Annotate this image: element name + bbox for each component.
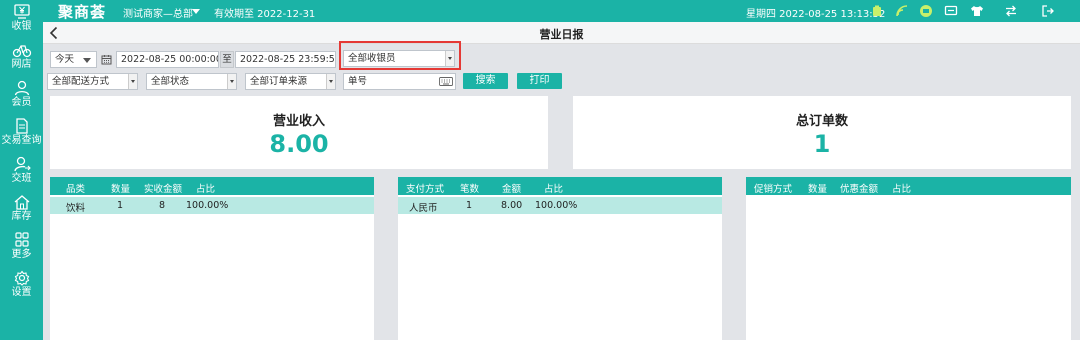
- shirt-icon[interactable]: [970, 4, 984, 18]
- sidebar-item-inventory[interactable]: 库存: [0, 194, 43, 232]
- calendar-icon[interactable]: [101, 54, 112, 65]
- table-cell: 100.00%: [186, 200, 229, 211]
- column-header: 笔数: [460, 184, 480, 195]
- table-row[interactable]: 人民币 1 8.00 100.00%: [398, 197, 722, 214]
- table-row[interactable]: 饮料 1 8 100.00%: [50, 197, 374, 214]
- sidebar-item-webshop[interactable]: 网店: [0, 42, 43, 80]
- grid-icon: [14, 232, 29, 247]
- order-source-value: 全部订单来源: [250, 76, 308, 87]
- table-header: 促销方式 数量 优惠金额 占比: [746, 177, 1071, 195]
- sidebar-item-handover[interactable]: 交班: [0, 156, 43, 194]
- status-dropdown[interactable]: 全部状态: [146, 73, 237, 90]
- table-cell: 1: [466, 200, 473, 211]
- app-logo: 聚商荟: [58, 3, 107, 21]
- order-number-placeholder: 单号: [348, 76, 368, 87]
- sidebar-item-more[interactable]: 更多: [0, 232, 43, 270]
- merchant-selector[interactable]: 测试商家—总部: [123, 5, 193, 20]
- dropdown-arrow-icon: [227, 74, 236, 89]
- period-dropdown[interactable]: 今天: [50, 51, 97, 68]
- page-title: 营业日报: [539, 28, 584, 41]
- revenue-card: 营业收入 8.00: [50, 96, 548, 169]
- search-button[interactable]: 搜索: [463, 73, 508, 89]
- period-value: 今天: [55, 54, 75, 65]
- sidebar-item-label: 会员: [11, 97, 32, 108]
- highlight-box: [339, 41, 461, 70]
- handover-icon: [13, 156, 31, 172]
- revenue-value: 8.00: [269, 130, 329, 158]
- clock: 星期四 2022-08-25 13:13:52: [746, 9, 886, 20]
- column-header: 优惠金额: [840, 184, 879, 195]
- column-header: 支付方式: [406, 184, 445, 195]
- dropdown-arrow-icon: [326, 74, 335, 89]
- delivery-value: 全部配送方式: [52, 76, 110, 87]
- table-header: 品类 数量 实收金额 占比: [50, 177, 374, 195]
- document-icon: [15, 118, 28, 134]
- end-datetime-input[interactable]: 2022-08-25 23:59:59: [235, 51, 336, 68]
- orders-value: 1: [813, 130, 831, 158]
- table-header: 支付方式 笔数 金额 占比: [398, 177, 722, 195]
- user-icon: [14, 80, 29, 96]
- orders-label: 总订单数: [795, 114, 848, 129]
- sidebar-item-label: 交班: [11, 173, 32, 184]
- column-header: 品类: [66, 184, 86, 195]
- keyboard-icon[interactable]: [439, 77, 453, 86]
- sidebar-item-transactions[interactable]: 交易查询: [0, 118, 43, 156]
- sidebar-item-label: 网店: [11, 59, 32, 70]
- column-header: 金额: [502, 184, 522, 195]
- to-label: 至: [220, 51, 234, 68]
- bike-icon: [12, 45, 31, 58]
- sidebar-item-member[interactable]: 会员: [0, 80, 43, 118]
- table-cell: 人民币: [409, 203, 438, 214]
- table-cell: 100.00%: [535, 200, 578, 211]
- table-cell: 8: [159, 200, 166, 211]
- payment-table: 支付方式 笔数 金额 占比 人民币 1 8.00 100.00%: [398, 177, 722, 340]
- logout-icon[interactable]: [1041, 4, 1055, 18]
- sidebar: 收银 网店 会员 交易查询 交班 库存 更多 设置: [0, 0, 43, 340]
- table-cell: 饮料: [66, 203, 86, 214]
- valid-until: 有效期至 2022-12-31: [214, 9, 316, 20]
- message-icon[interactable]: [944, 4, 958, 18]
- column-header: 占比: [196, 184, 216, 195]
- status-value: 全部状态: [151, 76, 190, 87]
- print-button[interactable]: 打印: [517, 73, 562, 89]
- order-source-dropdown[interactable]: 全部订单来源: [245, 73, 336, 90]
- title-bar: 营业日报: [43, 22, 1080, 44]
- chevron-down-icon: [83, 58, 91, 63]
- table-cell: 1: [117, 200, 124, 211]
- column-header: 促销方式: [754, 184, 793, 195]
- start-datetime-input[interactable]: 2022-08-25 00:00:00: [116, 51, 219, 68]
- promotion-table: 促销方式 数量 优惠金额 占比: [746, 177, 1071, 340]
- wifi-icon: [896, 5, 908, 17]
- chevron-down-icon[interactable]: [192, 9, 200, 14]
- battery-icon: [873, 5, 881, 16]
- column-header: 数量: [111, 184, 131, 195]
- sidebar-item-cashier[interactable]: 收银: [0, 4, 43, 42]
- table-cell: 8.00: [501, 200, 523, 211]
- delivery-dropdown[interactable]: 全部配送方式: [47, 73, 138, 90]
- sidebar-item-label: 设置: [11, 287, 32, 298]
- column-header: 占比: [892, 184, 912, 195]
- orders-card: 总订单数 1: [573, 96, 1071, 169]
- swap-icon[interactable]: [1004, 4, 1018, 18]
- sidebar-item-label: 收银: [11, 21, 32, 32]
- sidebar-item-label: 更多: [11, 249, 32, 260]
- dropdown-arrow-icon: [128, 74, 137, 89]
- sidebar-item-label: 库存: [11, 211, 32, 222]
- sidebar-item-settings[interactable]: 设置: [0, 270, 43, 308]
- column-header: 占比: [544, 184, 564, 195]
- column-header: 实收金额: [144, 184, 183, 195]
- printer-icon[interactable]: [919, 4, 933, 18]
- order-number-input[interactable]: 单号: [343, 73, 456, 90]
- category-table: 品类 数量 实收金额 占比 饮料 1 8 100.00%: [50, 177, 374, 340]
- sidebar-item-label: 交易查询: [1, 135, 42, 146]
- revenue-label: 营业收入: [272, 114, 325, 129]
- yen-icon: [13, 4, 30, 19]
- column-header: 数量: [808, 184, 828, 195]
- home-icon: [14, 195, 29, 210]
- gear-icon: [14, 270, 29, 286]
